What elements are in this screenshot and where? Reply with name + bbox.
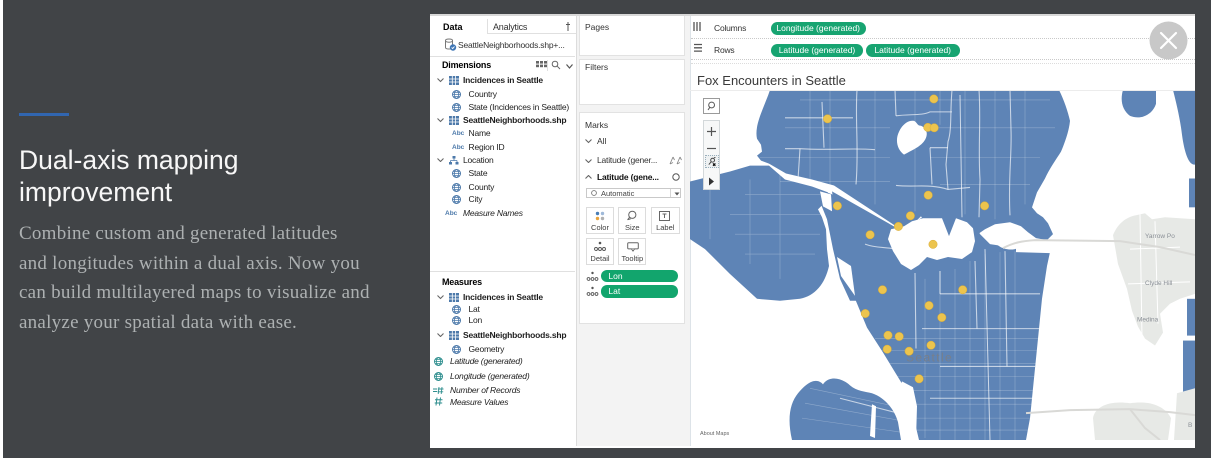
svg-text:Yarrow Po: Yarrow Po [1145,233,1175,240]
svg-text:B: B [1188,422,1192,429]
svg-text:Clyde Hill: Clyde Hill [1145,280,1172,287]
svg-text:Medina: Medina [1137,317,1159,324]
svg-text:About Maps: About Maps [700,431,730,437]
